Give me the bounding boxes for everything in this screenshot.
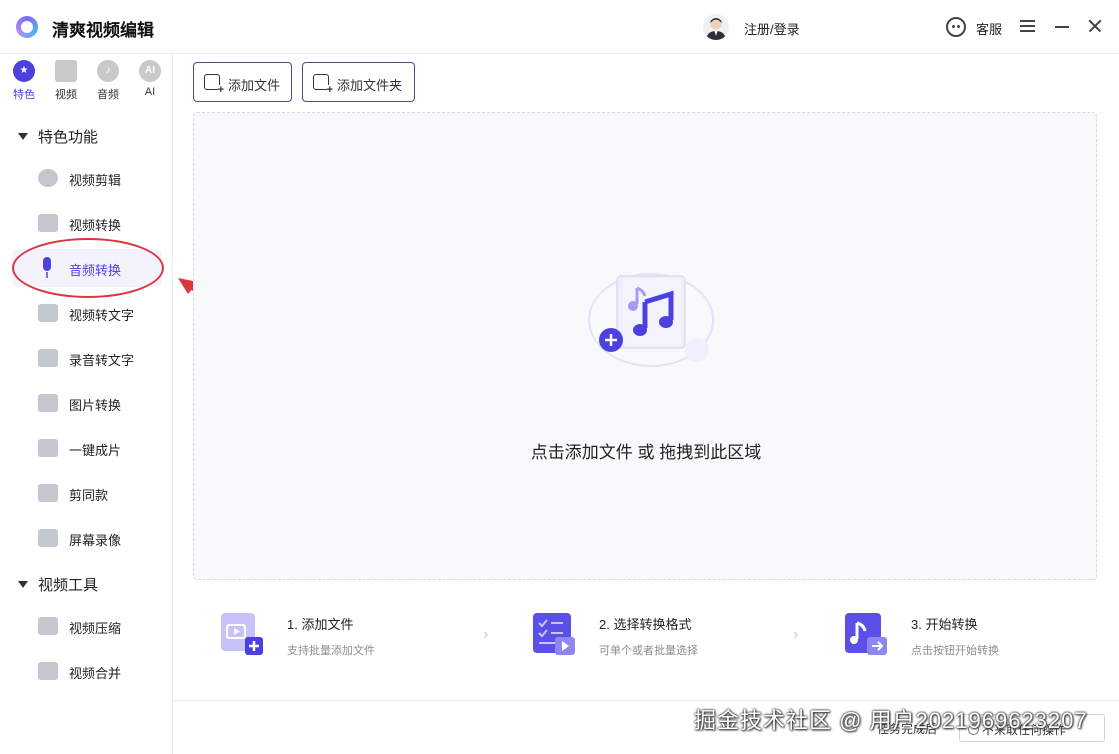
sidebar-item-video-convert[interactable]: 视频转换 [12,204,162,242]
customer-service-icon[interactable] [946,17,966,37]
star-icon: ★ [13,60,35,82]
sidebar-item-label: 视频压缩 [69,621,122,636]
close-icon[interactable] [1083,14,1107,38]
film-icon [55,60,77,82]
group-title: 特色功能 [38,129,99,146]
step-title: 3. 开始转换 [911,617,978,632]
caret-down-icon [18,581,28,588]
step-start-convert: 3. 开始转换 点击按钮开始转换 [817,596,1087,676]
sidebar-item-screen-record[interactable]: 屏幕录像 [12,519,162,557]
sidebar-item-label: 音频转换 [69,263,122,278]
sidebar-item-label: 剪同款 [69,488,109,503]
sidebar-item-audio-convert[interactable]: 音频转换 [12,249,162,287]
sidebar-item-label: 一键成片 [69,443,122,458]
template-icon [38,484,58,502]
sidebar-item-one-click-video[interactable]: 一键成片 [12,429,162,467]
bottom-bar: 任务完成后 不来取任何操作 [173,700,1119,754]
chevron-right-icon: › [483,626,489,643]
login-register-link[interactable]: 注册/登录 [744,19,800,38]
video-convert-icon [38,214,58,232]
step-title: 2. 选择转换格式 [599,617,692,632]
app-logo-icon [16,16,38,38]
step-add-file: 1. 添加文件 支持批量添加文件 [193,596,463,676]
sidebar-item-label: 图片转换 [69,398,122,413]
chevron-right-icon: › [793,626,799,643]
sidebar: ★ 特色 视频 ♪ 音频 AI AI 特色功能 视频剪辑 视频转换 音频转换 视… [0,54,173,754]
step-choose-format: 2. 选择转换格式 可单个或者批量选择 [505,596,775,676]
sidebar-item-audio-to-text[interactable]: 录音转文字 [12,339,162,377]
sidebar-item-label: 屏幕录像 [69,533,122,548]
sidebar-item-label: 视频转文字 [69,308,135,323]
waveform-icon [38,349,58,367]
step-title: 1. 添加文件 [287,617,354,632]
caret-down-icon [18,133,28,140]
group-title: 视频工具 [38,577,99,594]
sidebar-item-video-compress[interactable]: 视频压缩 [12,607,162,645]
sidebar-item-label: 视频剪辑 [69,173,122,188]
menu-icon[interactable] [1016,14,1040,38]
start-convert-icon [845,613,887,655]
tab-ai[interactable]: AI AI [133,60,167,98]
title-bar: 清爽视频编辑 注册/登录 客服 [0,0,1119,54]
after-done-select[interactable]: 不来取任何操作 [959,714,1105,742]
group-header-video-tools[interactable]: 视频工具 [18,574,98,595]
after-done-label: 任务完成后 [877,722,938,736]
step-description: 点击按钮开始转换 [911,645,999,657]
sidebar-item-label: 录音转文字 [69,353,135,368]
add-file-label: 添加文件 [228,78,281,93]
customer-service-button[interactable]: 客服 [976,19,1002,38]
add-folder-button[interactable]: 添加文件夹 [302,62,415,102]
sidebar-item-video-edit[interactable]: 视频剪辑 [12,159,162,197]
add-file-button[interactable]: 添加文件 [193,62,292,102]
screen-record-icon [38,529,58,547]
sidebar-item-label: 视频转换 [69,218,122,233]
minimize-icon[interactable] [1050,14,1074,38]
file-dropzone[interactable]: 点击添加文件 或 拖拽到此区域 [193,112,1097,580]
tab-label: 音频 [97,89,119,101]
music-file-illustration-icon [588,273,714,367]
tab-featured[interactable]: ★ 特色 [7,60,41,102]
tab-label: 视频 [55,89,77,101]
sidebar-item-image-convert[interactable]: 图片转换 [12,384,162,422]
add-folder-icon [313,74,333,96]
step-description: 支持批量添加文件 [287,645,375,657]
image-icon [38,394,58,412]
dropzone-hint: 点击添加文件 或 拖拽到此区域 [530,443,762,462]
add-file-icon [204,74,224,96]
sidebar-item-label: 视频合并 [69,666,122,681]
tab-video[interactable]: 视频 [49,60,83,102]
merge-icon [38,662,58,680]
category-tabs: ★ 特色 视频 ♪ 音频 AI AI [0,54,173,109]
format-list-icon [533,613,575,655]
add-folder-label: 添加文件夹 [337,78,403,93]
tab-label: 特色 [13,89,35,101]
compress-icon [38,617,58,635]
step-description: 可单个或者批量选择 [599,645,698,657]
app-title: 清爽视频编辑 [52,21,154,40]
video-text-icon [38,304,58,322]
microphone-icon [41,257,53,279]
film-reel-icon [38,169,58,187]
tab-label: AI [144,86,156,98]
sidebar-item-video-to-text[interactable]: 视频转文字 [12,294,162,332]
add-video-icon [221,613,263,655]
user-avatar-icon[interactable] [703,14,729,40]
group-header-featured[interactable]: 特色功能 [18,126,98,147]
steps-guide: 1. 添加文件 支持批量添加文件 › 2. 选择转换格式 可单个或者批量选择 ›… [193,596,1097,676]
audio-icon: ♪ [97,60,119,82]
sidebar-item-template[interactable]: 剪同款 [12,474,162,512]
play-icon [38,439,58,457]
ai-icon: AI [139,60,161,82]
sidebar-item-video-merge[interactable]: 视频合并 [12,652,162,690]
tab-audio[interactable]: ♪ 音频 [91,60,125,102]
